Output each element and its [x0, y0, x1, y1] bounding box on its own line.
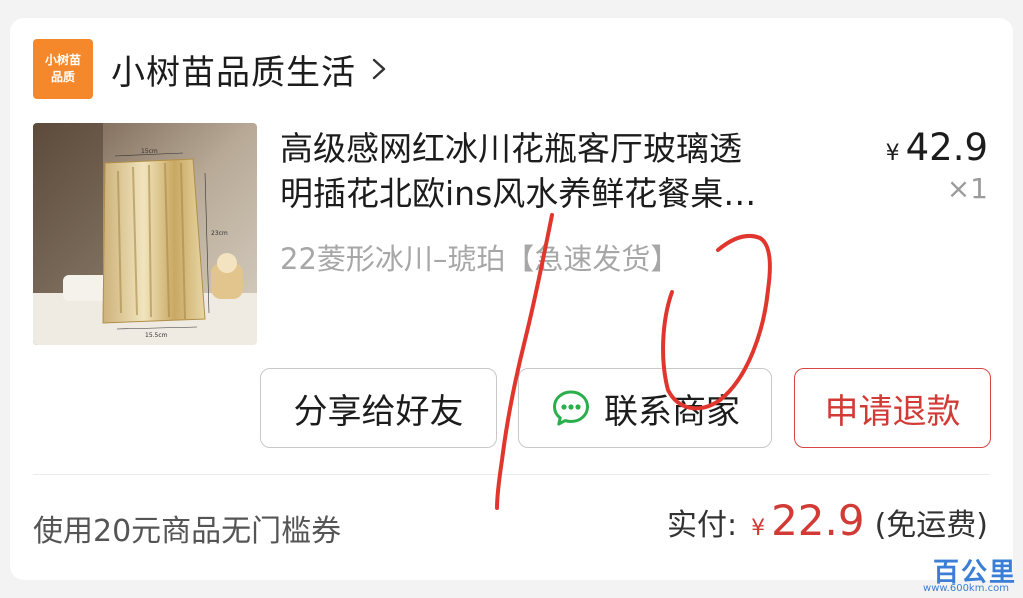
coupon-info: 使用20元商品无门槛券 [33, 514, 342, 549]
product-title-line2: 明插花北欧ins风水养鲜花餐桌… [280, 174, 757, 213]
price-currency: ¥ [885, 141, 900, 166]
product-variant: 22菱形冰川–琥珀【急速发货】 [280, 242, 680, 276]
refund-button[interactable]: 申请退款 [794, 368, 991, 448]
unit-price: ¥42.9 [886, 126, 988, 169]
share-button[interactable]: 分享给好友 [260, 368, 497, 448]
watermark-url: www.600km.com [923, 583, 1009, 594]
dimension-label-bottom: 15.5cm [145, 332, 168, 339]
quantity: ×1 [946, 172, 988, 205]
order-card: 小树苗 品质 小树苗品质生活 15cm 23cm 15.5cm 高级感网红冰川花… [10, 18, 1013, 580]
price-value: 42.9 [905, 126, 988, 169]
product-title-line1: 高级感网红冰川花瓶客厅玻璃透 [280, 129, 742, 168]
product-thumbnail[interactable]: 15cm 23cm 15.5cm [33, 123, 257, 345]
shop-header[interactable]: 小树苗 品质 小树苗品质生活 [33, 38, 394, 100]
share-button-label: 分享给好友 [293, 391, 464, 432]
paid-label: 实付: [666, 508, 738, 543]
refund-button-label: 申请退款 [824, 391, 961, 432]
site-watermark: 百公里 www.600km.com [887, 552, 1017, 596]
shop-logo: 小树苗 品质 [33, 39, 93, 99]
paid-amount: 22.9 [771, 496, 865, 545]
divider [33, 474, 990, 475]
shop-name[interactable]: 小树苗品质生活 [111, 45, 356, 94]
contact-seller-button[interactable]: 联系商家 [518, 368, 772, 448]
shop-logo-line2: 品质 [50, 70, 75, 84]
chevron-right-icon[interactable] [368, 56, 394, 82]
paid-currency: ¥ [751, 516, 766, 541]
dimension-label-top: 15cm [141, 148, 158, 155]
product-title[interactable]: 高级感网红冰川花瓶客厅玻璃透 明插花北欧ins风水养鲜花餐桌… [280, 126, 840, 216]
wechat-chat-icon [550, 387, 592, 429]
dimension-label-side: 23cm [211, 230, 228, 237]
shop-logo-line1: 小树苗 [44, 53, 81, 67]
paid-total: 实付: ¥ 22.9 (免运费) [667, 496, 988, 545]
shipping-note: (免运费) [874, 508, 988, 543]
contact-seller-label: 联系商家 [604, 391, 740, 432]
